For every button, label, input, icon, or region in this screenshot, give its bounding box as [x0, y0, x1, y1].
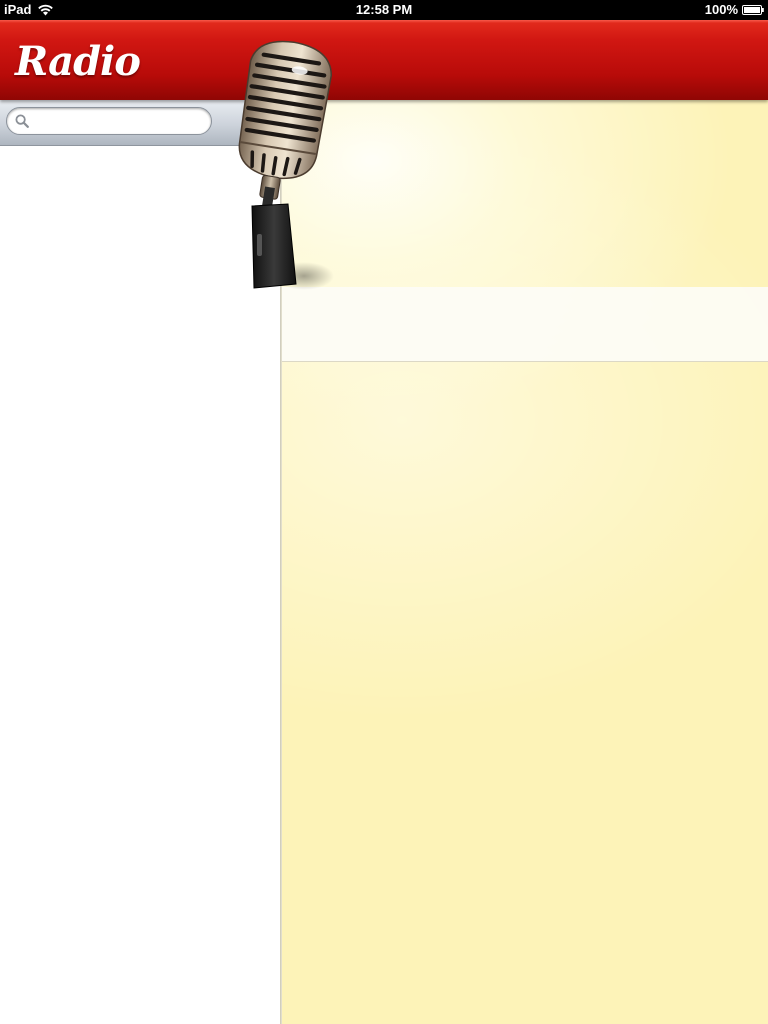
- status-bar: iPad 12:58 PM 100%: [0, 0, 768, 20]
- battery-percent: 100%: [704, 2, 738, 17]
- app-title: Radio: [15, 38, 141, 85]
- battery-group: 100%: [705, 0, 764, 20]
- status-time: 12:58 PM: [355, 2, 413, 17]
- detail-pane: [282, 100, 768, 1024]
- microphone-icon: [238, 40, 334, 290]
- station-info-band: [282, 287, 768, 362]
- battery-icon: [742, 5, 764, 15]
- app-header: Radio: [0, 20, 768, 100]
- search-field[interactable]: [6, 107, 212, 135]
- search-input[interactable]: [35, 111, 209, 133]
- search-icon: [15, 114, 29, 128]
